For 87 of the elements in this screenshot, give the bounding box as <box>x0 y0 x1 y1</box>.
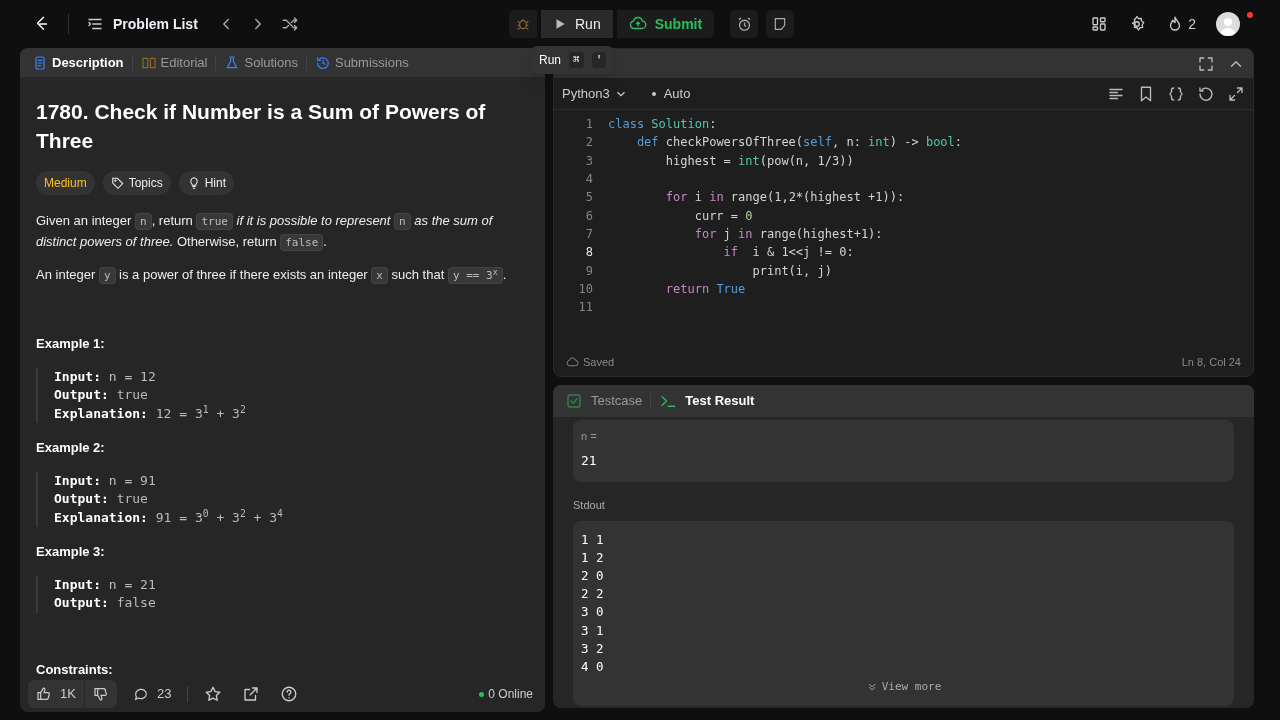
thumbs-up-icon <box>36 686 52 702</box>
problem-list-link[interactable]: Problem List <box>113 13 198 35</box>
code-line: def checkPowersOfThree(self, n: int) -> bool: <box>635 134 963 152</box>
layout-icon[interactable] <box>1090 15 1109 33</box>
code-line: curr = 0 <box>693 207 753 225</box>
line-number: 10 <box>577 280 594 298</box>
expand-icon[interactable] <box>1227 84 1245 103</box>
example-line: Explanation: 12 = 3$^{1}$ + 3$^{2}$ <box>54 404 247 423</box>
example-line: Explanation: 91 = 3$^{0}$ + 3$^{2}$ + 3$^{4}$ <box>54 508 284 527</box>
reset-icon[interactable] <box>1197 84 1215 103</box>
online-count: 0 Online <box>488 686 533 703</box>
code-line: print(i, j) <box>751 262 832 280</box>
checkbox-icon <box>565 392 583 410</box>
key-cap: ⌘ <box>569 51 584 69</box>
line-number: 4 <box>584 171 594 189</box>
stdout-line: 1 1 <box>581 530 605 549</box>
example-line: Input: n = 91 <box>54 471 157 490</box>
code-line: for i in range(1,2*(highest +1)): <box>664 189 905 207</box>
stdout-line: 3 1 <box>581 621 605 640</box>
stdout-label: Stdout <box>573 498 606 513</box>
example-heading: Example 1: <box>36 335 106 353</box>
code-line: for j in range(highest+1): <box>693 225 883 243</box>
history-icon <box>314 54 331 71</box>
tag-icon <box>110 176 125 190</box>
stdout-line: 4 0 <box>581 657 605 676</box>
line-number: 2 <box>584 134 594 152</box>
auto-mode-button[interactable]: Auto <box>651 83 691 104</box>
language-dropdown[interactable]: Python3 <box>562 83 628 104</box>
input-label: n = <box>581 429 598 444</box>
description-paragraph: An integer y is a power of three if there exists an integer x such that y == 3$^{x}$ . <box>36 265 508 286</box>
code-line: class Solution: <box>608 116 717 134</box>
bug-icon <box>515 16 531 32</box>
stdout-line: 2 2 <box>581 585 605 604</box>
debug-button[interactable] <box>509 10 537 38</box>
example-line: Output: true <box>54 386 149 404</box>
tab[interactable]: Solutions <box>244 52 298 73</box>
line-number: 11 <box>577 299 594 317</box>
code-line: return True <box>664 280 746 298</box>
code-line: highest = int(pow(n, 1/3)) <box>664 152 854 170</box>
problem-title: 1780. Check if Number is a Sum of Powers of Three <box>36 99 487 154</box>
example-line: Input: n = 21 <box>54 575 157 594</box>
tab[interactable]: Description <box>52 52 124 73</box>
example-heading: Example 3: <box>36 543 106 561</box>
constraints-heading: Constraints: <box>36 660 114 676</box>
stdout-line: 3 0 <box>581 603 605 622</box>
example-line: Output: false <box>54 594 157 612</box>
streak-count: 2 <box>1188 14 1196 34</box>
line-number: 5 <box>584 189 594 207</box>
description-paragraph: Given an integer n , return true if it is possible to represent n as the sum of distinct powers of three. Otherwise, return false . <box>36 212 495 253</box>
braces-icon[interactable] <box>1167 84 1185 103</box>
line-number: 3 <box>584 152 594 170</box>
tab[interactable]: Test Result <box>685 391 755 411</box>
tag-chip[interactable]: Hint <box>178 171 235 195</box>
tab[interactable]: Submissions <box>334 52 409 73</box>
speech-bubble-icon <box>132 686 149 702</box>
example-heading: Example 2: <box>36 439 106 457</box>
tooltip-label: Run <box>539 52 561 69</box>
stdout-line: 1 2 <box>581 548 605 567</box>
cursor-position: Ln 8, Col 24 <box>1181 354 1241 370</box>
example-line: Output: true <box>54 490 149 508</box>
run-button[interactable]: Run <box>541 10 613 38</box>
cloud-icon <box>566 355 579 369</box>
code-line: if i & 1<<j != 0: <box>722 244 854 262</box>
fullscreen-icon[interactable] <box>1197 54 1215 73</box>
stdout-line: 2 0 <box>581 566 605 585</box>
note-button[interactable] <box>766 10 795 38</box>
line-number: 7 <box>584 225 594 243</box>
input-value: 21 <box>581 451 598 470</box>
example-line: Input: n = 12 <box>54 367 157 386</box>
key-cap: ' <box>591 51 607 69</box>
line-number: 6 <box>584 207 594 225</box>
line-number: 8 <box>584 244 594 262</box>
thumbs-down-icon <box>92 686 109 702</box>
document-icon <box>32 54 48 71</box>
avatar[interactable] <box>1216 12 1240 36</box>
tab[interactable]: Testcase <box>591 391 643 411</box>
stdout-line: 3 2 <box>581 639 605 658</box>
line-number: 1 <box>584 116 594 134</box>
tag-chip[interactable]: Topics <box>102 171 171 195</box>
alarm-clock-button[interactable] <box>730 10 759 38</box>
view-more-button[interactable]: View more <box>865 679 942 696</box>
tab[interactable]: Editorial <box>160 52 208 73</box>
difficulty-tag: Medium <box>36 171 95 195</box>
line-number: 9 <box>584 262 594 280</box>
comments-button[interactable]: 23 <box>128 684 176 704</box>
saved-status: Saved <box>566 353 615 371</box>
submit-button[interactable]: Submit <box>616 10 715 38</box>
